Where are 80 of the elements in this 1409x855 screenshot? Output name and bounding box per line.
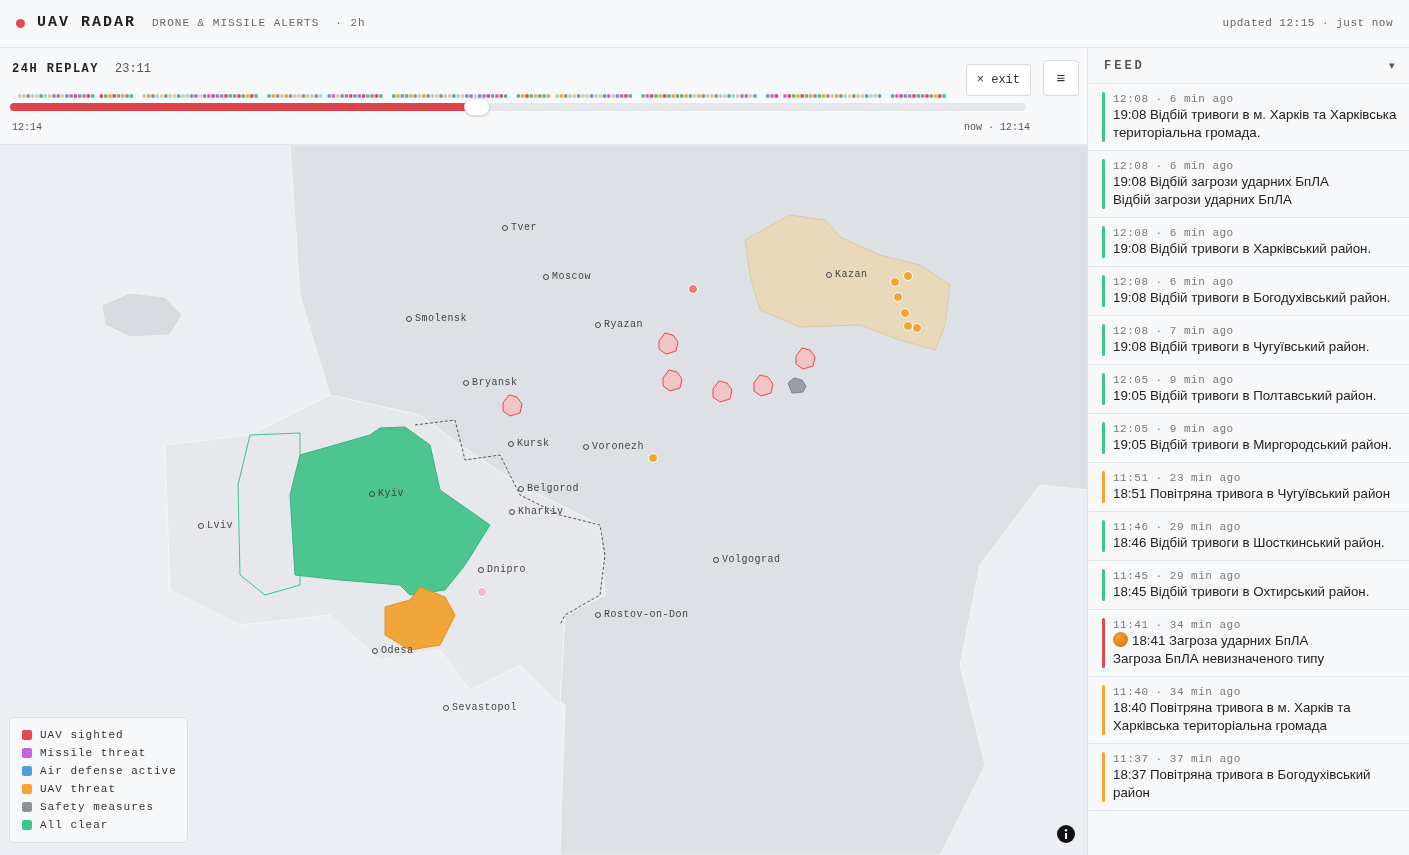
feed-item[interactable]: 12:05 · 9 min ago 19:05 Відбій тривоги в Полтавський район. bbox=[1088, 365, 1409, 414]
app-title: UAV RADAR bbox=[37, 13, 136, 34]
city-label: Rostov-on-Don bbox=[604, 609, 689, 621]
feed-title: FEED bbox=[1104, 57, 1145, 75]
city-label: Belgorod bbox=[527, 483, 579, 495]
city-label: Smolensk bbox=[415, 313, 467, 325]
timeline-start: 12:14 bbox=[12, 121, 42, 135]
timeline-end: now · 12:14 bbox=[964, 121, 1030, 135]
feed-item[interactable]: 12:08 · 6 min ago 19:08 Відбій тривоги в м. Харків та Харківська територіальна громада. bbox=[1088, 84, 1409, 151]
feed-item[interactable]: 11:40 · 34 min ago 18:40 Повітряна тривога в м. Харків та Харківська територіальна громада bbox=[1088, 677, 1409, 744]
feed-time: 12:08 · 6 min ago bbox=[1113, 275, 1235, 289]
feed-message: 19:05 Відбій тривоги в Полтавський район. bbox=[1113, 387, 1378, 405]
feed-item[interactable]: 12:08 · 6 min ago 19:08 Відбій загрози ударних БпЛА Відбій загрози ударних БпЛА bbox=[1088, 151, 1409, 218]
feed-message: 18:40 Повітряна тривога в м. Харків та Харківська територіальна громада bbox=[1113, 699, 1352, 735]
feed-message: 18:37 Повітряна тривога в Богодухівський район bbox=[1113, 766, 1372, 802]
feed-time: 12:08 · 6 min ago bbox=[1113, 92, 1235, 106]
feed-message-text: 18:41 Загроза ударних БпЛА bbox=[1132, 633, 1309, 648]
feed-time: 11:40 · 34 min ago bbox=[1113, 685, 1242, 699]
live-dot-icon bbox=[16, 19, 25, 28]
updated-status: updated 12:15 · just now bbox=[1222, 16, 1393, 32]
city-label: Kyiv bbox=[378, 488, 404, 500]
feed-message: 18:51 Повітряна тривога в Чугуївський район bbox=[1113, 485, 1392, 503]
feed-time: 11:37 · 37 min ago bbox=[1113, 752, 1242, 766]
city-label: Dnipro bbox=[487, 564, 526, 576]
legend-label: Missile threat bbox=[40, 746, 147, 761]
city-label: Lviv bbox=[207, 520, 233, 532]
feed-message: 18:46 Відбій тривоги в Шосткинський район. bbox=[1113, 534, 1386, 552]
feed-detail: Відбій загрози ударних БпЛА bbox=[1113, 191, 1293, 209]
exit-button[interactable]: × exit bbox=[965, 64, 1031, 96]
menu-button[interactable]: ≡ bbox=[1043, 60, 1079, 96]
feed-item[interactable]: 11:37 · 37 min ago 18:37 Повітряна тривога в Богодухівський район bbox=[1088, 744, 1409, 811]
legend-label: UAV threat bbox=[40, 782, 116, 797]
city-label: Tver bbox=[511, 222, 537, 234]
collapse-toggle[interactable]: ▾ bbox=[1383, 56, 1401, 75]
city-label: Kursk bbox=[517, 438, 550, 450]
feed-time: 11:46 · 29 min ago bbox=[1113, 520, 1242, 534]
feed-time: 12:05 · 9 min ago bbox=[1113, 422, 1235, 436]
city-label: Kharkiv bbox=[518, 506, 564, 518]
replay-slider[interactable] bbox=[10, 98, 1026, 116]
slider-thumb[interactable] bbox=[464, 98, 491, 116]
app-subtitle: DRONE & MISSILE ALERTS bbox=[152, 16, 320, 32]
feed-message: 19:08 Відбій тривоги в Чугуївський район. bbox=[1113, 338, 1371, 356]
info-icon[interactable] bbox=[1057, 825, 1075, 843]
feed-time: 12:08 · 7 min ago bbox=[1113, 324, 1235, 338]
legend-label: Safety measures bbox=[40, 800, 155, 815]
feed-time: 11:51 · 23 min ago bbox=[1113, 471, 1242, 485]
feed-time: 12:05 · 9 min ago bbox=[1113, 373, 1235, 387]
feed-message: 18:45 Відбій тривоги в Охтирський район. bbox=[1113, 583, 1371, 601]
feed-item[interactable]: 11:51 · 23 min ago 18:51 Повітряна тривога в Чугуївський район bbox=[1088, 463, 1409, 512]
replay-time: 23:11 bbox=[115, 61, 152, 78]
feed-time: 11:41 · 34 min ago bbox=[1113, 618, 1242, 632]
legend-label: Air defense active bbox=[40, 764, 177, 779]
city-label: Volgograd bbox=[722, 554, 781, 566]
city-label: Moscow bbox=[552, 271, 591, 283]
feed-item[interactable]: 12:08 · 6 min ago 19:08 Відбій тривоги в Харківський район. bbox=[1088, 218, 1409, 267]
feed-item[interactable]: 11:41 · 34 min ago 18:41 Загроза ударних БпЛА Загроза БпЛА невизначеного типу bbox=[1088, 610, 1409, 677]
feed-item[interactable]: 12:08 · 7 min ago 19:08 Відбій тривоги в Чугуївський район. bbox=[1088, 316, 1409, 365]
city-label: Bryansk bbox=[472, 377, 518, 389]
feed-item[interactable]: 12:08 · 6 min ago 19:08 Відбій тривоги в Богодухівський район. bbox=[1088, 267, 1409, 316]
time-range: · 2h bbox=[335, 16, 366, 32]
feed-message: 19:08 Відбій тривоги в Харківський район. bbox=[1113, 240, 1373, 258]
legend-label: UAV sighted bbox=[40, 728, 124, 743]
legend-label: All clear bbox=[40, 818, 109, 833]
city-label: Odesa bbox=[381, 645, 414, 657]
city-label: Kazan bbox=[835, 269, 868, 281]
feed-time: 11:45 · 29 min ago bbox=[1113, 569, 1242, 583]
feed-item[interactable]: 11:45 · 29 min ago 18:45 Відбій тривоги в Охтирський район. bbox=[1088, 561, 1409, 610]
city-label: Sevastopol bbox=[452, 702, 517, 714]
feed-detail: Загроза БпЛА невизначеного типу bbox=[1113, 650, 1326, 668]
feed-time: 12:08 · 6 min ago bbox=[1113, 159, 1235, 173]
city-label: Ryazan bbox=[604, 319, 643, 331]
feed-message: 19:08 Відбій тривоги в Богодухівський район. bbox=[1113, 289, 1392, 307]
replay-title: 24H REPLAY bbox=[12, 61, 99, 78]
feed-time: 12:08 · 6 min ago bbox=[1113, 226, 1235, 240]
feed-message: 19:05 Відбій тривоги в Миргородський район. bbox=[1113, 436, 1393, 454]
city-label: Voronezh bbox=[592, 441, 644, 453]
feed-message: 19:08 Відбій загрози ударних БпЛА bbox=[1113, 173, 1330, 191]
feed-message: 19:08 Відбій тривоги в м. Харків та Харківська територіальна громада. bbox=[1113, 106, 1398, 142]
feed-item[interactable]: 12:05 · 9 min ago 19:05 Відбій тривоги в Миргородський район. bbox=[1088, 414, 1409, 463]
feed-item[interactable]: 11:46 · 29 min ago 18:46 Відбій тривоги в Шосткинський район. bbox=[1088, 512, 1409, 561]
